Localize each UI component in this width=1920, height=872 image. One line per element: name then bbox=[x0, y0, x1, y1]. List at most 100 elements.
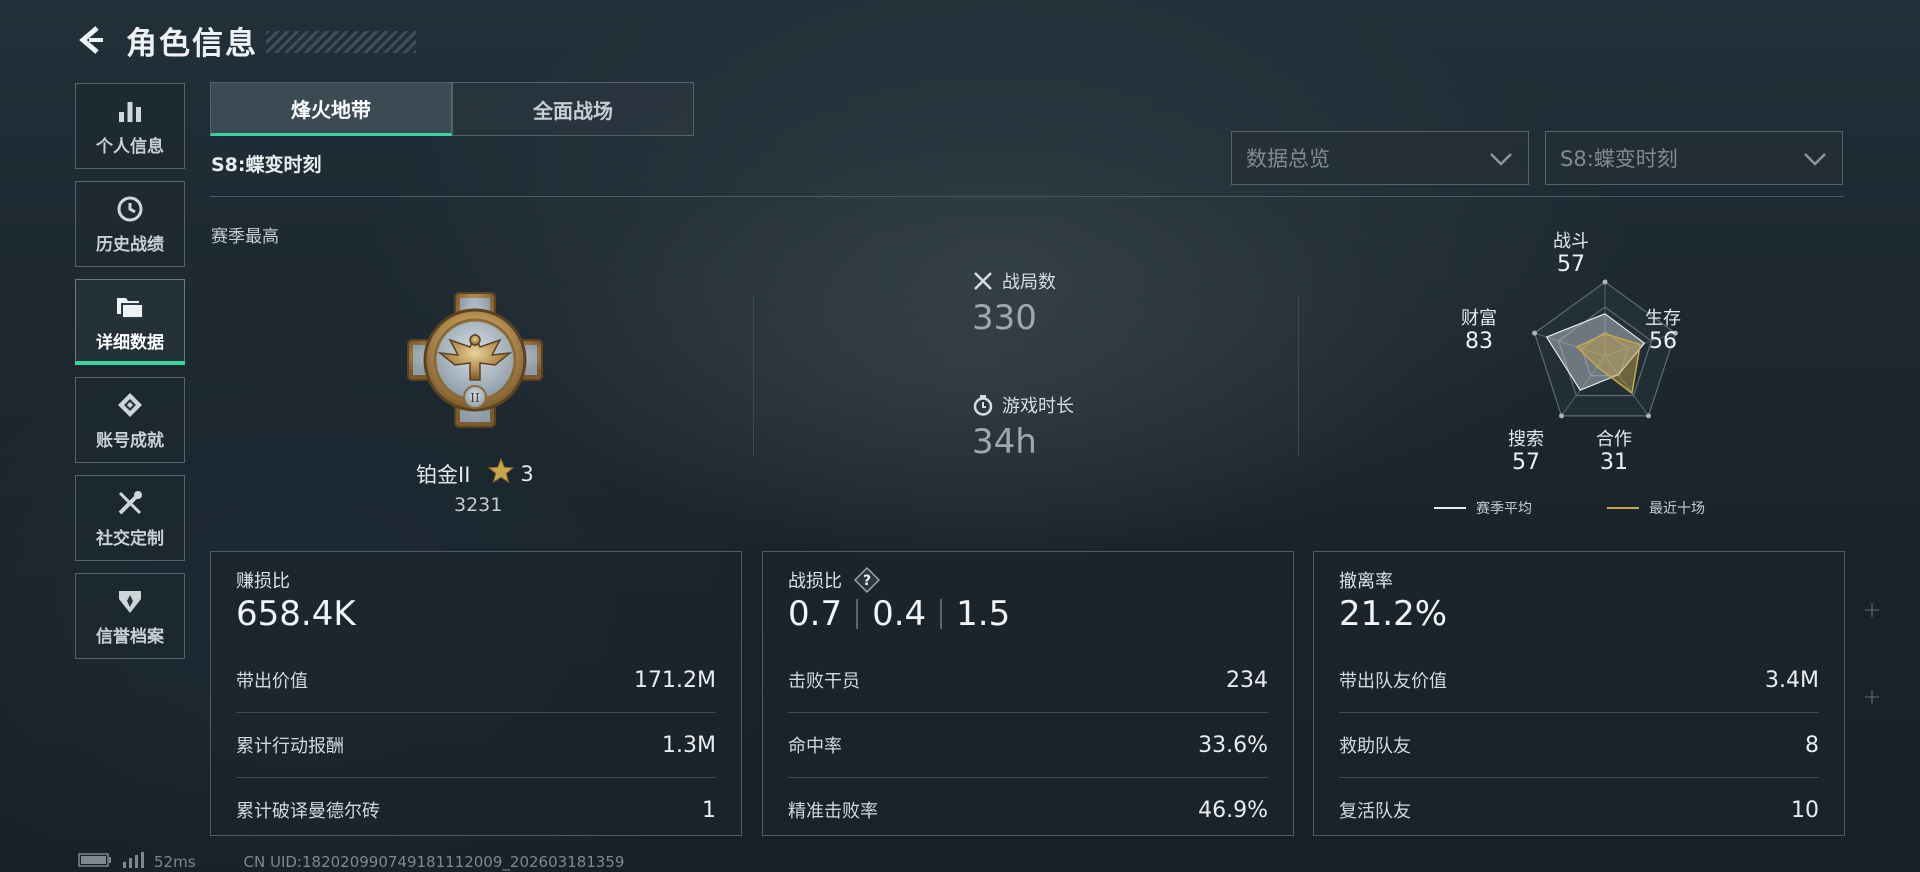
stat-value: 1 bbox=[702, 797, 716, 823]
kd-card: 战损比 ? 0.7 0.4 1.5 击败干员 234 命中率 33.6% 精准击… bbox=[762, 551, 1294, 836]
value-separator bbox=[856, 599, 859, 629]
radar-axis-value: 31 bbox=[1600, 450, 1628, 475]
legend-swatch bbox=[1434, 507, 1466, 509]
radar-axis-value: 83 bbox=[1465, 329, 1493, 354]
playtime-value: 34h bbox=[972, 422, 1037, 462]
matches-stat: 战局数 330 bbox=[972, 268, 1056, 338]
stat-label: 带出队友价值 bbox=[1339, 671, 1447, 692]
season-select[interactable]: S8:蝶变时刻 bbox=[1545, 131, 1843, 185]
star-icon bbox=[488, 457, 515, 489]
stat-row: 复活队友 10 bbox=[1339, 778, 1819, 842]
radar-axis-label: 合作 bbox=[1596, 429, 1632, 450]
playtime-label: 游戏时长 bbox=[1002, 396, 1074, 417]
sidebar-item-label: 社交定制 bbox=[96, 528, 164, 549]
sidebar-item-history[interactable]: 历史战绩 bbox=[75, 181, 185, 267]
rank-medal-icon: II bbox=[400, 285, 550, 435]
character-info-screen: 角色信息 个人信息 历史战绩 详细数据 账号成就 社交定制 信誉档案 烽火地带 … bbox=[0, 0, 1920, 872]
radar-vertex-dot bbox=[1602, 279, 1608, 285]
season-title: S8:蝶变时刻 bbox=[211, 154, 322, 176]
card-title: 赚损比 bbox=[236, 571, 290, 592]
stat-label: 击败干员 bbox=[788, 671, 860, 692]
crossed-swords-icon bbox=[972, 270, 994, 292]
card-main-value: 21.2% bbox=[1339, 594, 1448, 634]
radar-axis-label: 战斗 bbox=[1553, 231, 1589, 252]
matches-label: 战局数 bbox=[1002, 272, 1056, 293]
stat-row: 救助队友 8 bbox=[1339, 713, 1819, 777]
stat-label: 带出价值 bbox=[236, 671, 308, 692]
rank-score: 3231 bbox=[454, 494, 503, 516]
sidebar-item-profile[interactable]: 个人信息 bbox=[75, 83, 185, 169]
kd-value-second: 0.4 bbox=[872, 594, 927, 634]
extraction-card: 撤离率 21.2% 带出队友价值 3.4M 救助队友 8 复活队友 10 bbox=[1313, 551, 1845, 836]
season-select-value: S8:蝶变时刻 bbox=[1560, 147, 1678, 171]
section-divider bbox=[1298, 296, 1299, 456]
stat-value: 234 bbox=[1226, 667, 1268, 693]
back-arrow-icon[interactable] bbox=[74, 23, 108, 57]
title-decoration bbox=[266, 31, 416, 53]
page-title: 角色信息 bbox=[126, 25, 258, 62]
radar-label-cooperation: 合作 31 bbox=[1589, 428, 1639, 474]
sidebar-item-achievements[interactable]: 账号成就 bbox=[75, 377, 185, 463]
signal-icon bbox=[122, 852, 144, 872]
status-bar: 52ms CN UID:182020990749181112009_202603… bbox=[78, 852, 624, 872]
stat-row: 带出队友价值 3.4M bbox=[1339, 648, 1819, 712]
kd-values: 0.7 0.4 1.5 bbox=[788, 594, 1010, 634]
stat-label: 累计行动报酬 bbox=[236, 736, 344, 757]
section-divider bbox=[753, 296, 754, 456]
header-divider bbox=[210, 196, 1844, 197]
card-title-row: 战损比 ? bbox=[788, 566, 881, 594]
sidebar-item-label: 信誉档案 bbox=[96, 626, 164, 647]
tab-all-out-warfare[interactable]: 全面战场 bbox=[452, 82, 694, 136]
sidebar-item-detailed-data[interactable]: 详细数据 bbox=[75, 279, 185, 365]
sidebar-item-label: 历史战绩 bbox=[96, 234, 164, 255]
radar-axis-label: 财富 bbox=[1461, 308, 1497, 329]
radar-axis-label: 生存 bbox=[1645, 308, 1681, 329]
sidebar-item-label: 详细数据 bbox=[96, 332, 164, 353]
legend-label: 赛季平均 bbox=[1476, 501, 1532, 517]
kd-value-overall: 0.7 bbox=[788, 594, 843, 634]
radar-vertex-dot bbox=[1559, 413, 1565, 419]
stat-value: 171.2M bbox=[634, 667, 716, 693]
history-clock-icon bbox=[115, 194, 145, 224]
radar-vertex-dot bbox=[1645, 413, 1651, 419]
profit-card: 赚损比 658.4K 带出价值 171.2M 累计行动报酬 1.3M 累计破译曼… bbox=[210, 551, 742, 836]
radar-axis-label: 搜索 bbox=[1508, 429, 1544, 450]
stat-value: 46.9% bbox=[1198, 797, 1268, 823]
data-view-select[interactable]: 数据总览 bbox=[1231, 131, 1529, 185]
sidebar-item-credit[interactable]: 信誉档案 bbox=[75, 573, 185, 659]
sidebar-item-label: 账号成就 bbox=[96, 430, 164, 451]
sidebar: 个人信息 历史战绩 详细数据 账号成就 社交定制 信誉档案 bbox=[75, 83, 185, 671]
help-icon[interactable]: ? bbox=[853, 566, 881, 594]
radar-axis-value: 57 bbox=[1512, 450, 1540, 475]
uid-text: CN UID:182020990749181112009_20260318135… bbox=[243, 853, 625, 871]
sidebar-item-social[interactable]: 社交定制 bbox=[75, 475, 185, 561]
decor-cross bbox=[1865, 690, 1879, 704]
achievement-badge-icon bbox=[115, 390, 145, 420]
tab-hazard-zone[interactable]: 烽火地带 bbox=[210, 82, 452, 136]
legend-label: 最近十场 bbox=[1649, 501, 1705, 517]
radar-axis-value: 56 bbox=[1649, 329, 1677, 354]
stat-value: 10 bbox=[1791, 797, 1819, 823]
decor-cross bbox=[1865, 603, 1879, 617]
stat-row: 带出价值 171.2M bbox=[236, 648, 716, 712]
header: 角色信息 bbox=[74, 18, 416, 62]
svg-text:II: II bbox=[470, 391, 480, 405]
stat-row: 累计破译曼德尔砖 1 bbox=[236, 778, 716, 842]
radar-vertex-dot bbox=[1532, 330, 1538, 336]
rank-row: 铂金II 3 bbox=[416, 457, 534, 489]
playtime-stat: 游戏时长 34h bbox=[972, 392, 1074, 462]
data-view-select-value: 数据总览 bbox=[1246, 147, 1330, 171]
stat-label: 复活队友 bbox=[1339, 801, 1411, 822]
bar-chart-icon bbox=[115, 96, 145, 126]
ping-text: 52ms bbox=[154, 853, 196, 871]
radar-label-survival: 生存 56 bbox=[1638, 307, 1688, 353]
kd-value-third: 1.5 bbox=[956, 594, 1011, 634]
stopwatch-icon bbox=[972, 394, 994, 416]
svg-text:?: ? bbox=[863, 573, 871, 589]
card-title: 战损比 bbox=[788, 571, 842, 592]
stat-row: 累计行动报酬 1.3M bbox=[236, 713, 716, 777]
stat-value: 8 bbox=[1805, 732, 1819, 758]
stat-label: 命中率 bbox=[788, 736, 842, 757]
legend-season-average: 赛季平均 bbox=[1434, 498, 1532, 518]
stat-label: 救助队友 bbox=[1339, 736, 1411, 757]
